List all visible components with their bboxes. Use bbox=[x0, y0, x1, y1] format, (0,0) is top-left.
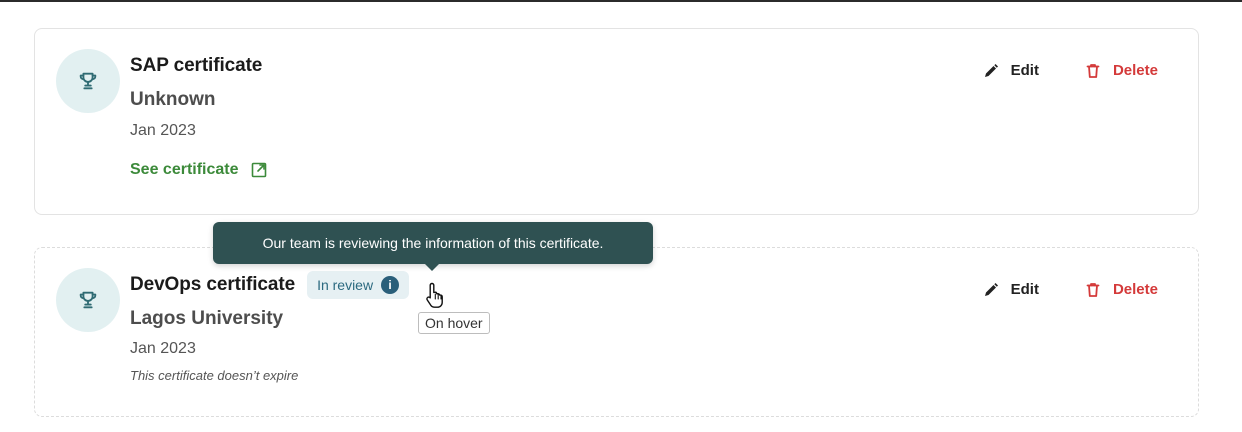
see-certificate-link[interactable]: See certificate bbox=[130, 161, 267, 179]
certificate-date: Jan 2023 bbox=[130, 340, 196, 357]
certificate-date: Jan 2023 bbox=[130, 122, 196, 139]
badge-label: In review bbox=[317, 277, 374, 293]
edit-label: Edit bbox=[1010, 281, 1039, 298]
certificate-title: SAP certificate bbox=[130, 55, 263, 76]
hand-pointer-icon bbox=[426, 282, 443, 308]
trophy-icon bbox=[79, 291, 97, 309]
tooltip-text: Our team is reviewing the information of… bbox=[262, 235, 604, 251]
certificate-avatar bbox=[56, 49, 120, 113]
trophy-icon bbox=[79, 72, 97, 90]
tooltip-arrow bbox=[425, 264, 439, 271]
hover-state-text: On hover bbox=[425, 315, 483, 331]
trash-icon bbox=[1086, 282, 1100, 297]
certificate-card-sap: SAP certificate Unknown Jan 2023 See cer… bbox=[34, 28, 1199, 215]
delete-label: Delete bbox=[1112, 62, 1158, 79]
edit-button[interactable]: Edit bbox=[983, 62, 1039, 79]
certificate-card-devops: DevOps certificate In review i Lagos Uni… bbox=[34, 247, 1199, 417]
trash-icon bbox=[1086, 63, 1100, 78]
delete-button[interactable]: Delete bbox=[1085, 62, 1158, 79]
review-tooltip: Our team is reviewing the information of… bbox=[213, 222, 653, 264]
hover-state-label: On hover bbox=[418, 312, 490, 334]
pencil-icon bbox=[984, 282, 998, 296]
external-link-icon bbox=[251, 162, 266, 178]
delete-label: Delete bbox=[1112, 281, 1158, 298]
see-certificate-label: See certificate bbox=[130, 161, 239, 178]
certificate-title: DevOps certificate bbox=[130, 274, 296, 295]
certificate-issuer: Unknown bbox=[130, 89, 216, 110]
certificate-issuer: Lagos University bbox=[130, 308, 284, 329]
edit-label: Edit bbox=[1010, 62, 1039, 79]
info-icon[interactable]: i bbox=[381, 276, 400, 294]
expiry-note: This certificate doesn’t expire bbox=[130, 368, 299, 383]
edit-button[interactable]: Edit bbox=[983, 281, 1039, 298]
pencil-icon bbox=[984, 63, 998, 77]
in-review-badge: In review i bbox=[307, 271, 410, 299]
delete-button[interactable]: Delete bbox=[1085, 281, 1158, 298]
certificate-avatar bbox=[56, 268, 120, 332]
